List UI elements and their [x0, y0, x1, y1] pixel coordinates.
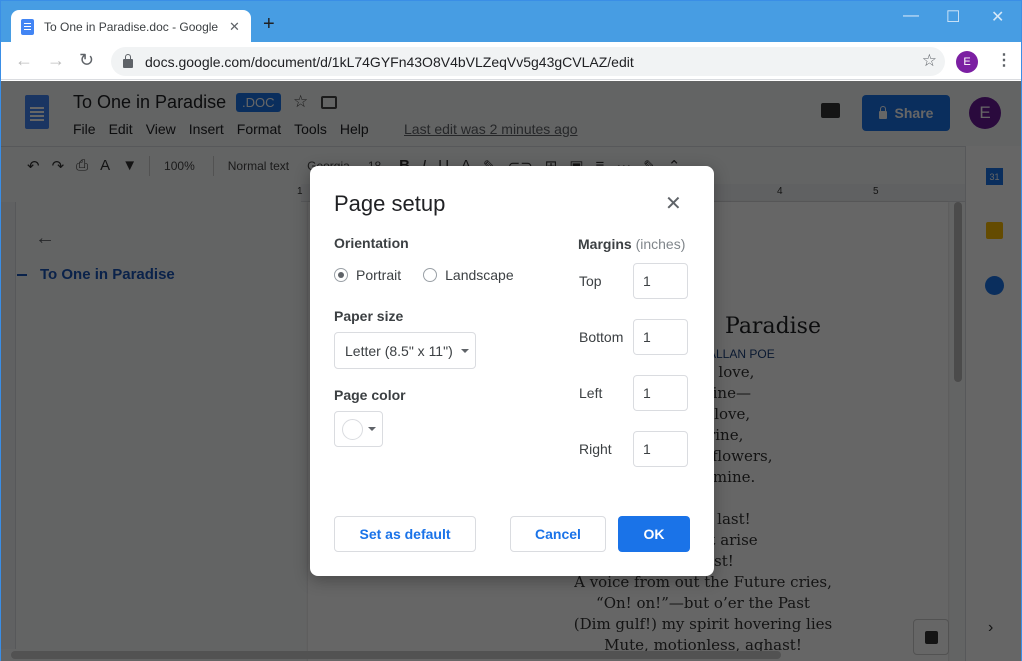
bookmark-star-icon[interactable]: ☆: [922, 51, 937, 71]
ok-button[interactable]: OK: [618, 516, 690, 552]
tab-title: To One in Paradise.doc - Google Docs: [44, 19, 219, 34]
margin-bottom-row: Bottom: [579, 319, 688, 355]
url-text: docs.google.com/document/d/1kL74GYFn43O8…: [145, 53, 634, 70]
maximize-button[interactable]: ☐: [946, 7, 960, 27]
margin-left-label: Left: [579, 385, 603, 401]
cancel-button[interactable]: Cancel: [510, 516, 606, 552]
margin-top-input[interactable]: [633, 263, 688, 299]
browser-window: To One in Paradise.doc - Google Docs ✕ +…: [0, 0, 1022, 661]
lock-icon: [123, 53, 133, 68]
address-bar[interactable]: docs.google.com/document/d/1kL74GYFn43O8…: [111, 47, 945, 76]
address-row: ← → ↻ docs.google.com/document/d/1kL74GY…: [1, 42, 1021, 80]
reload-icon[interactable]: ↻: [79, 50, 94, 71]
browser-tab[interactable]: To One in Paradise.doc - Google Docs ✕: [11, 10, 251, 43]
title-bar: To One in Paradise.doc - Google Docs ✕ +…: [1, 1, 1021, 43]
orientation-options: Portrait Landscape: [334, 267, 536, 283]
browser-menu-icon[interactable]: ⋮: [996, 50, 1012, 70]
chevron-down-icon: [368, 427, 376, 431]
margin-top-label: Top: [579, 273, 602, 289]
margin-right-label: Right: [579, 441, 612, 457]
margins-unit: (inches): [635, 236, 686, 252]
minimize-button[interactable]: —: [903, 7, 919, 25]
margins-label: Margins (inches): [578, 236, 685, 252]
margin-right-row: Right: [579, 431, 688, 467]
docs-favicon-icon: [21, 18, 34, 35]
close-icon[interactable]: ✕: [665, 191, 682, 216]
paper-size-select[interactable]: Letter (8.5" x 11"): [334, 332, 476, 369]
chevron-down-icon: [460, 348, 469, 353]
page-setup-dialog: Page setup ✕ Orientation Portrait Landsc…: [310, 166, 714, 576]
new-tab-button[interactable]: +: [263, 13, 275, 36]
margin-bottom-input[interactable]: [633, 319, 688, 355]
margin-left-row: Left: [579, 375, 688, 411]
margin-left-input[interactable]: [633, 375, 688, 411]
color-swatch: [342, 418, 363, 440]
portrait-radio[interactable]: [334, 268, 348, 282]
profile-avatar[interactable]: E: [956, 51, 978, 73]
portrait-label[interactable]: Portrait: [356, 267, 401, 283]
paper-size-label: Paper size: [334, 308, 404, 324]
landscape-label[interactable]: Landscape: [445, 267, 514, 283]
close-window-button[interactable]: ✕: [991, 7, 1004, 27]
margin-top-row: Top: [579, 263, 688, 299]
margin-right-input[interactable]: [633, 431, 688, 467]
tab-close-icon[interactable]: ✕: [229, 19, 240, 35]
landscape-radio[interactable]: [423, 268, 438, 282]
forward-arrow-icon[interactable]: →: [47, 50, 65, 71]
set-as-default-button[interactable]: Set as default: [334, 516, 476, 552]
margins-title: Margins: [578, 236, 632, 252]
orientation-label: Orientation: [334, 235, 409, 251]
page-color-label: Page color: [334, 387, 406, 403]
page-color-picker[interactable]: [334, 411, 383, 447]
margin-bottom-label: Bottom: [579, 329, 624, 345]
dialog-title: Page setup: [334, 191, 446, 216]
paper-size-value: Letter (8.5" x 11"): [345, 342, 453, 359]
back-arrow-icon[interactable]: ←: [15, 50, 33, 71]
